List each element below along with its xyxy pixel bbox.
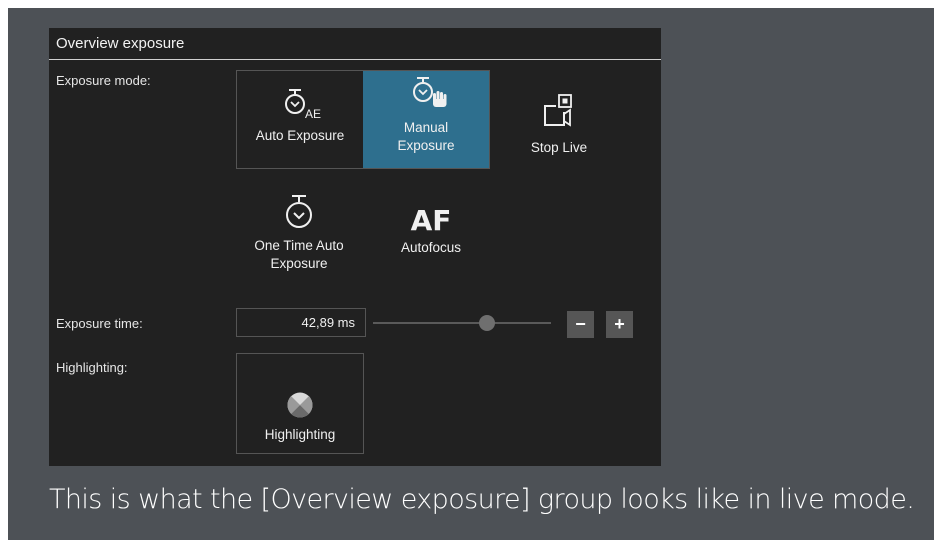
slider-thumb[interactable] bbox=[478, 315, 495, 331]
autofocus-button[interactable]: AF Autofocus bbox=[376, 193, 486, 288]
highlighting-tile: Highlighting bbox=[237, 354, 363, 453]
manual-exposure-label-1: Manual bbox=[403, 120, 449, 135]
one-time-auto-label-2: Exposure bbox=[270, 256, 328, 271]
autofocus-label: Autofocus bbox=[400, 240, 462, 255]
one-time-auto-label-1: One Time Auto bbox=[254, 238, 344, 253]
highlighting-button[interactable]: Highlighting bbox=[236, 353, 364, 454]
overview-exposure-panel: Overview exposure Exposure mode: AE Auto… bbox=[49, 28, 661, 466]
stopwatch-icon: AE bbox=[270, 87, 330, 127]
manual-exposure-button[interactable]: Manual Exposure bbox=[363, 71, 489, 168]
stopwatch-hand-icon bbox=[396, 75, 456, 111]
decrease-button[interactable]: − bbox=[567, 311, 594, 338]
ae-subscript: AE bbox=[305, 107, 322, 121]
exposure-time-input[interactable]: 42,89 ms bbox=[236, 308, 366, 337]
auto-exposure-button[interactable]: AE Auto Exposure bbox=[237, 71, 363, 168]
stopwatch-icon bbox=[279, 193, 319, 237]
panel-title: Overview exposure bbox=[49, 28, 661, 60]
stop-live-button[interactable]: Stop Live bbox=[509, 70, 609, 169]
highlighting-label: Highlighting: bbox=[56, 360, 128, 375]
camera-icon bbox=[539, 94, 579, 134]
exposure-mode-group: AE Auto Exposure Manual Exposure bbox=[236, 70, 490, 169]
auto-exposure-label: Auto Exposure bbox=[255, 128, 345, 143]
one-time-auto-exposure-button[interactable]: One Time Auto Exposure bbox=[236, 193, 362, 288]
exposure-time-slider[interactable] bbox=[373, 314, 551, 332]
increase-button[interactable]: + bbox=[606, 311, 633, 338]
stop-live-label: Stop Live bbox=[530, 140, 588, 155]
highlighting-button-label: Highlighting bbox=[264, 427, 336, 442]
slider-track bbox=[373, 322, 551, 324]
exposure-time-label: Exposure time: bbox=[56, 316, 143, 331]
caption: This is what the [Overview exposure] gro… bbox=[49, 484, 915, 515]
manual-exposure-label-2: Exposure bbox=[397, 138, 455, 153]
highlight-icon bbox=[285, 390, 315, 420]
slide: Overview exposure Exposure mode: AE Auto… bbox=[8, 8, 934, 540]
af-icon: AF bbox=[410, 204, 452, 237]
exposure-mode-label: Exposure mode: bbox=[56, 73, 151, 88]
